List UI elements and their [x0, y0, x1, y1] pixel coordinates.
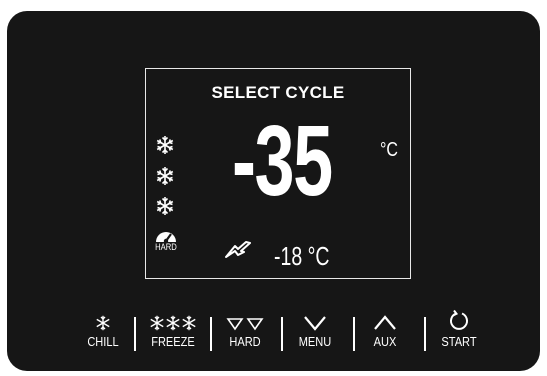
probe-icon	[224, 239, 252, 264]
menu-button-label: MENU	[298, 334, 332, 349]
divider	[210, 317, 212, 351]
hard-button[interactable]: HARD	[218, 307, 272, 357]
double-triangle-down-icon	[218, 307, 272, 331]
snowflake-icon	[96, 315, 110, 331]
mode-label: HARD	[155, 242, 177, 252]
chill-button[interactable]: CHILL	[78, 307, 128, 357]
triple-snowflake-icon	[140, 307, 206, 331]
hard-mode-indicator: HARD	[151, 230, 181, 252]
start-button-label: START	[441, 334, 477, 349]
aux-button-label: AUX	[373, 334, 397, 349]
lcd-display: SELECT CYCLE HARD -35 °C -18 °C	[145, 68, 411, 279]
divider	[134, 317, 136, 351]
snowflake-icon	[155, 135, 175, 155]
hard-button-label: HARD	[229, 334, 261, 349]
divider	[281, 317, 283, 351]
chevron-up-icon	[360, 307, 410, 331]
chevron-down-icon	[290, 307, 340, 331]
gauge-icon	[156, 232, 176, 242]
divider	[353, 317, 355, 351]
freeze-button-label: FREEZE	[151, 334, 195, 349]
freeze-button[interactable]: FREEZE	[140, 307, 206, 357]
main-temperature: -35	[232, 105, 333, 217]
main-temperature-unit: °C	[380, 139, 398, 161]
divider	[424, 317, 426, 351]
display-title: SELECT CYCLE	[211, 83, 345, 102]
chill-button-label: CHILL	[87, 334, 119, 349]
snowflake-icon	[155, 166, 175, 186]
aux-button[interactable]: AUX	[360, 307, 410, 357]
start-button[interactable]: START	[432, 307, 486, 357]
probe-temperature: -18 °C	[274, 241, 330, 271]
menu-button[interactable]: MENU	[290, 307, 340, 357]
restart-icon	[432, 307, 486, 331]
button-row: CHILL FREEZE HARD MENU AUX START	[0, 307, 547, 357]
snowflake-icon	[155, 196, 175, 216]
